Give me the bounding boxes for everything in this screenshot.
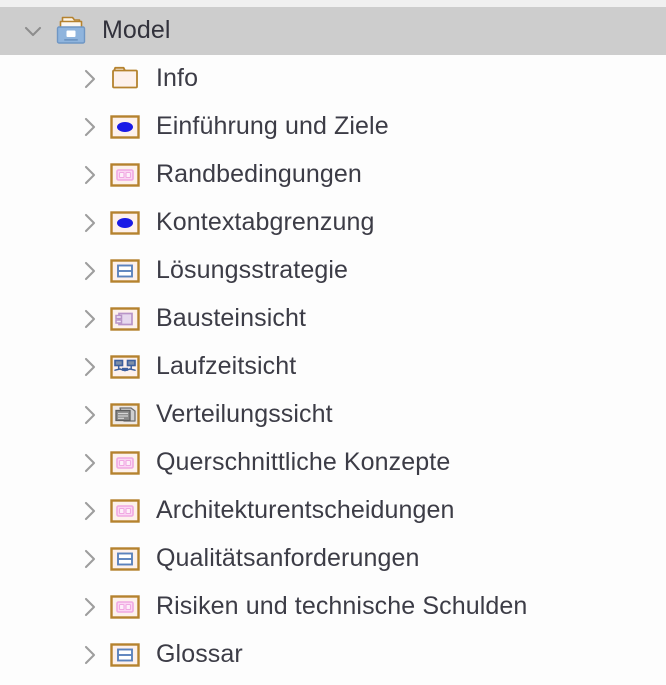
sequence-diagram-icon — [106, 350, 144, 384]
model-package-icon — [52, 14, 90, 48]
usecase-diagram-icon — [106, 206, 144, 240]
tree-item-bausteinsicht[interactable]: Bausteinsicht — [0, 295, 666, 343]
panel-top-strip — [0, 0, 666, 7]
tree-item-label: Glossar — [156, 639, 243, 668]
chevron-right-icon[interactable] — [76, 306, 102, 332]
tree-item-label: Verteilungssicht — [156, 399, 333, 428]
tree-item-einfuehrung-und-ziele[interactable]: Einführung und Ziele — [0, 103, 666, 151]
chevron-right-icon[interactable] — [76, 594, 102, 620]
chevron-right-icon[interactable] — [76, 402, 102, 428]
tree-item-label: Einführung und Ziele — [156, 111, 389, 140]
tree-item-label: Model — [102, 15, 171, 44]
tree-item-label: Architekturentscheidungen — [156, 495, 455, 524]
tree-item-label: Qualitätsanforderungen — [156, 543, 420, 572]
package-diagram-icon — [106, 158, 144, 192]
tree-item-querschnittliche-konzepte[interactable]: Querschnittliche Konzepte — [0, 439, 666, 487]
tree-item-label: Randbedingungen — [156, 159, 362, 188]
chevron-right-icon[interactable] — [76, 66, 102, 92]
tree-item-model[interactable]: Model — [0, 7, 666, 55]
tree-item-risiken-und-technische-schulden[interactable]: Risiken und technische Schulden — [0, 583, 666, 631]
class-diagram-icon — [106, 542, 144, 576]
folder-icon — [106, 62, 144, 96]
tree-item-label: Info — [156, 63, 199, 92]
tree-item-label: Querschnittliche Konzepte — [156, 447, 451, 476]
tree-item-qualitaetsanforderungen[interactable]: Qualitätsanforderungen — [0, 535, 666, 583]
chevron-right-icon[interactable] — [76, 642, 102, 668]
chevron-right-icon[interactable] — [76, 258, 102, 284]
chevron-right-icon[interactable] — [76, 546, 102, 572]
tree-item-label: Laufzeitsicht — [156, 351, 297, 380]
package-diagram-icon — [106, 446, 144, 480]
tree-item-glossar[interactable]: Glossar — [0, 631, 666, 679]
package-diagram-icon — [106, 590, 144, 624]
tree-item-label: Lösungsstrategie — [156, 255, 349, 284]
tree-item-kontextabgrenzung[interactable]: Kontextabgrenzung — [0, 199, 666, 247]
class-diagram-icon — [106, 638, 144, 672]
tree-item-label: Bausteinsicht — [156, 303, 306, 332]
package-diagram-icon — [106, 494, 144, 528]
tree-item-label: Risiken und technische Schulden — [156, 591, 528, 620]
deployment-diagram-icon — [106, 398, 144, 432]
chevron-right-icon[interactable] — [76, 354, 102, 380]
component-diagram-icon — [106, 302, 144, 336]
class-diagram-icon — [106, 254, 144, 288]
chevron-right-icon[interactable] — [76, 114, 102, 140]
model-tree-panel: Model Info Einführung und Ziele Randbedi… — [0, 0, 666, 685]
chevron-right-icon[interactable] — [76, 210, 102, 236]
chevron-down-icon[interactable] — [20, 18, 46, 44]
tree-item-laufzeitsicht[interactable]: Laufzeitsicht — [0, 343, 666, 391]
tree-item-verteilungssicht[interactable]: Verteilungssicht — [0, 391, 666, 439]
chevron-right-icon[interactable] — [76, 450, 102, 476]
tree-item-architekturentscheidungen[interactable]: Architekturentscheidungen — [0, 487, 666, 535]
tree-item-randbedingungen[interactable]: Randbedingungen — [0, 151, 666, 199]
tree-item-info[interactable]: Info — [0, 55, 666, 103]
chevron-right-icon[interactable] — [76, 498, 102, 524]
usecase-diagram-icon — [106, 110, 144, 144]
tree-item-loesungsstrategie[interactable]: Lösungsstrategie — [0, 247, 666, 295]
chevron-right-icon[interactable] — [76, 162, 102, 188]
tree-item-label: Kontextabgrenzung — [156, 207, 375, 236]
